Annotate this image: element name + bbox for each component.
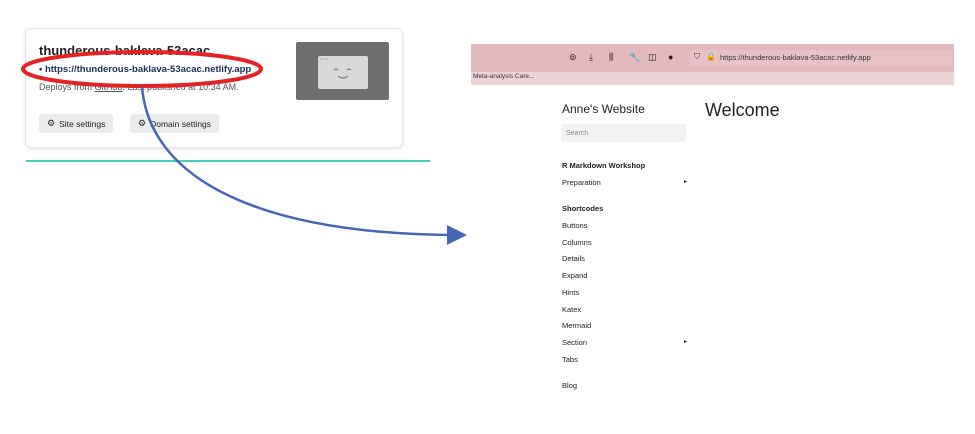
url-bullet: • [39, 64, 43, 75]
menu-item-section[interactable]: Section ▸ [562, 338, 687, 347]
search-input[interactable] [561, 124, 686, 142]
bookmark-item[interactable]: Meta-analysis Care... [473, 73, 534, 80]
account-icon[interactable]: ● [668, 52, 673, 62]
lock-icon[interactable]: 🔒 [706, 52, 716, 61]
site-url-text[interactable]: https://thunderous-baklava-53acac.netlif… [45, 64, 251, 75]
divider-line [26, 160, 430, 162]
download-icon[interactable]: ⤓ [589, 52, 593, 63]
site-preview-thumbnail[interactable] [296, 42, 389, 100]
deploy-source-link[interactable]: GitHub [95, 82, 123, 92]
site-name[interactable]: thunderous-baklava-53acac [39, 43, 210, 58]
address-bar[interactable]: ⛉ 🔒 https://thunderous-baklava-53acac.ne… [690, 50, 952, 66]
gear-icon: ⚙ [47, 118, 56, 128]
menu-item-buttons[interactable]: Buttons [562, 221, 687, 230]
domain-settings-label: Domain settings [150, 118, 212, 129]
menu-item-label: Section [562, 338, 588, 347]
site-card: thunderous-baklava-53acac • https://thun… [25, 28, 403, 148]
menu-item-preparation[interactable]: Preparation ▸ [562, 178, 687, 187]
gear-icon: ⚙ [138, 118, 147, 128]
menu-section-shortcodes[interactable]: Shortcodes [562, 204, 687, 213]
site-settings-button[interactable]: ⚙ Site settings [39, 114, 114, 133]
site-title[interactable]: Anne's Website [562, 102, 645, 116]
deploy-info: Deploys from GitHub. Last published at 1… [39, 82, 239, 92]
pocket-icon[interactable]: ⊚ [569, 52, 577, 63]
menu-item-expand[interactable]: Expand [562, 271, 687, 280]
menu-item-blog[interactable]: Blog [562, 381, 687, 390]
caret-right-icon[interactable]: ▸ [684, 178, 687, 185]
deploy-suffix: . Last published at 10:34 AM. [122, 82, 239, 92]
deploy-prefix: Deploys from [39, 82, 95, 92]
address-url: https://thunderous-baklava-53acac.netlif… [720, 53, 871, 62]
menu-item-details[interactable]: Details [562, 254, 687, 263]
menu-item-label: Preparation [562, 178, 601, 187]
menu-item-hints[interactable]: Hints [562, 288, 687, 297]
wrench-icon[interactable]: 🔧 [629, 52, 640, 63]
menu-item-katex[interactable]: Katex [562, 305, 687, 314]
bookmarks-bar: Meta-analysis Care... [471, 72, 954, 85]
shield-icon[interactable]: ⛉ [694, 52, 700, 62]
domain-settings-button[interactable]: ⚙ Domain settings [130, 114, 220, 133]
page-heading: Welcome [705, 100, 780, 120]
menu-item-columns[interactable]: Columns [562, 238, 687, 247]
preview-window-icon [318, 56, 368, 89]
menu-item-mermaid[interactable]: Mermaid [562, 321, 687, 330]
site-url-link[interactable]: • https://thunderous-baklava-53acac.netl… [39, 64, 251, 75]
smiley-face-icon [320, 58, 352, 79]
caret-right-icon[interactable]: ▸ [684, 338, 687, 345]
site-settings-label: Site settings [59, 118, 106, 129]
library-icon[interactable]: ⫼ [609, 52, 613, 63]
sidebar-icon[interactable]: ◫ [648, 52, 657, 63]
menu-item-tabs[interactable]: Tabs [562, 355, 687, 364]
menu-section-workshop[interactable]: R Markdown Workshop [562, 161, 687, 170]
